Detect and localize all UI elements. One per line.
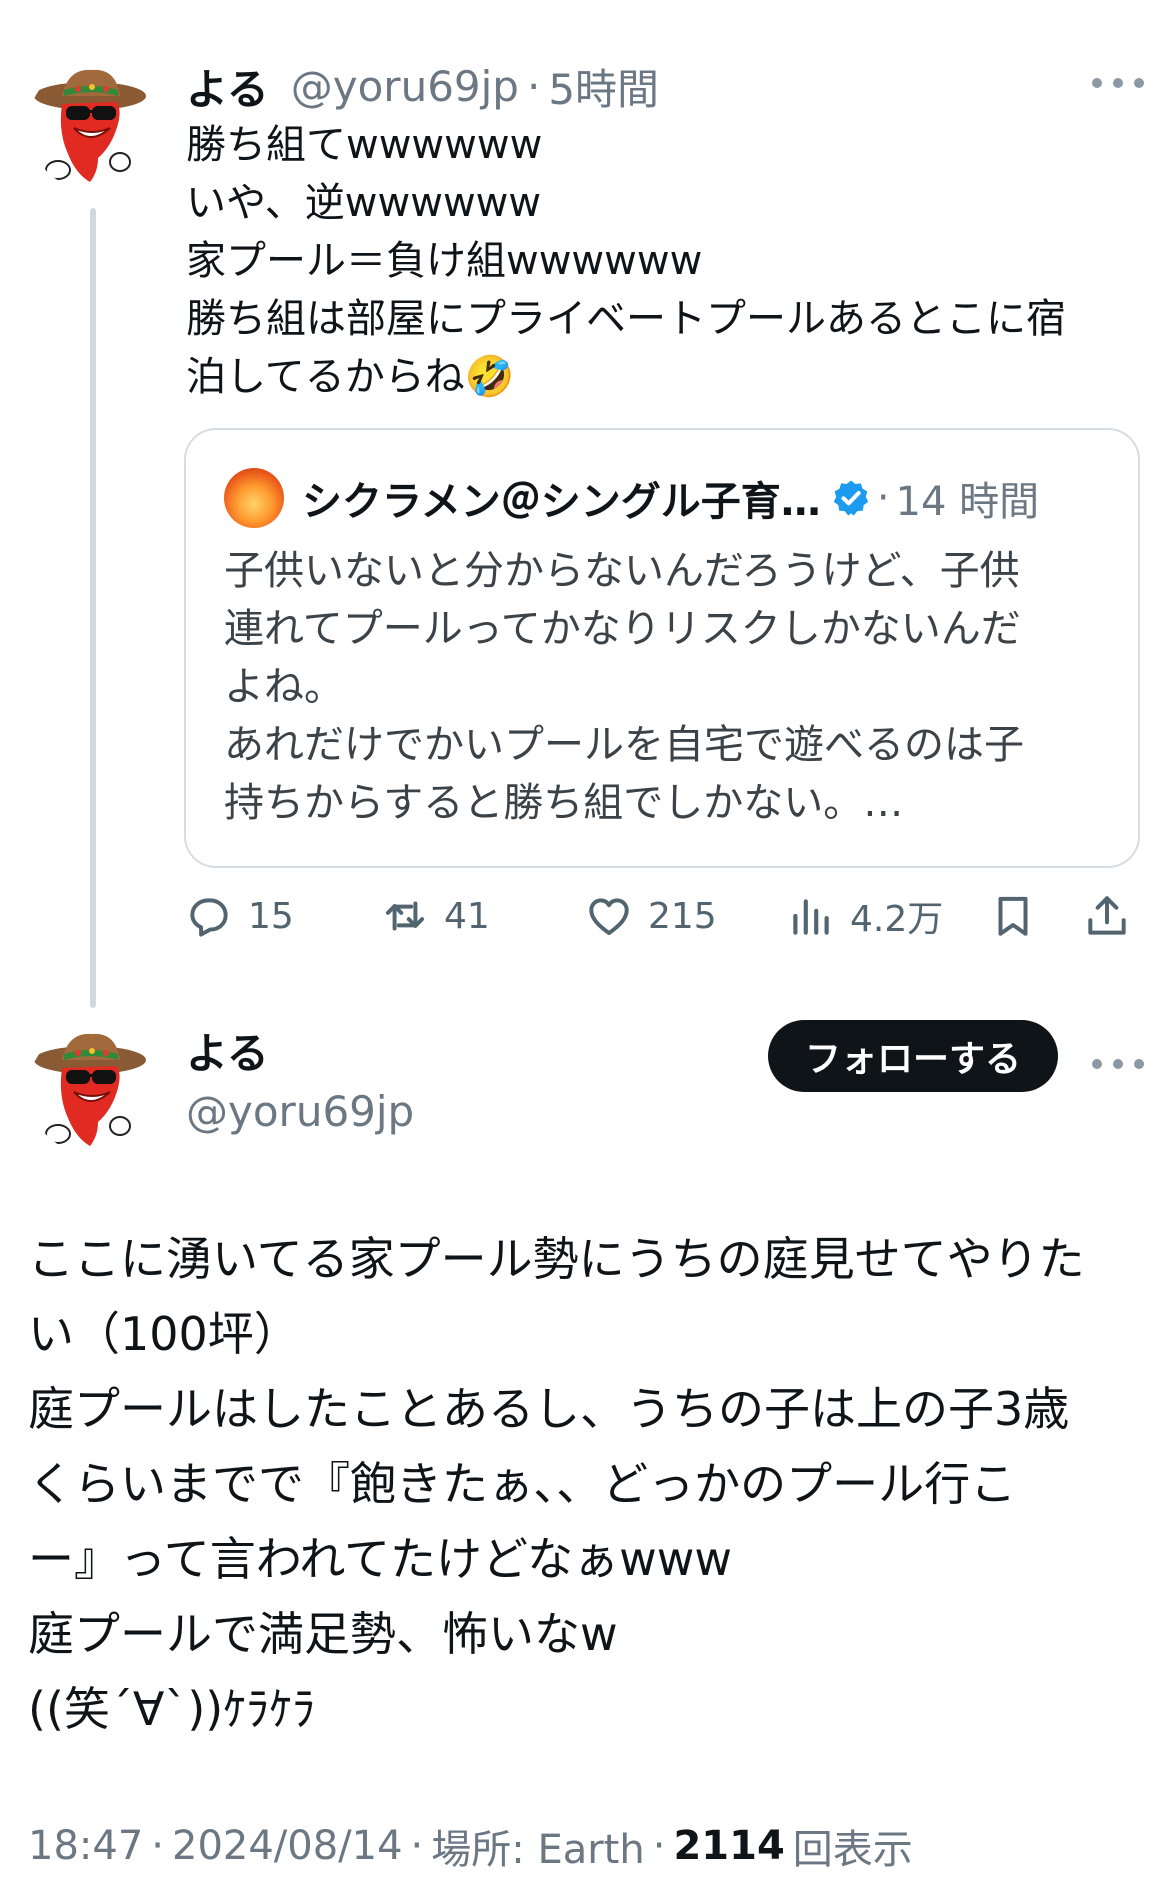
quoted-user-avatar	[224, 468, 284, 528]
tweet-text-line: 勝ち組てwwwwww	[186, 122, 543, 168]
quoted-text-line: 連れてプールってかなりリスクしかないんだ	[224, 606, 1021, 652]
tweet-text-line: 庭プールはしたことあるし、うちの子は上の子3歳	[28, 1382, 1070, 1436]
tweet-text-line: 泊してるからね🤣	[186, 354, 515, 400]
tweet-text-line: 勝ち組は部屋にプライベートプールあるとこに宿	[186, 296, 1066, 342]
main-tweet-text: ここに湧いてる家プール勢にうちの庭見せてやりた い（100坪） 庭プールはしたこ…	[28, 1222, 1148, 1747]
share-icon	[1088, 896, 1126, 935]
user-handle[interactable]: @yoru69jp	[186, 1084, 414, 1140]
verified-badge-icon	[833, 480, 868, 516]
quoted-tweet-text: 子供いないと分からないんだろうけど、子供 連れてプールってかなりリスクしかないん…	[224, 542, 1104, 832]
bookmark-button[interactable]	[988, 888, 1038, 944]
tweet-text-line: ー』って言われてたけどなぁwww	[28, 1532, 732, 1586]
follow-button[interactable]: フォローする	[768, 1020, 1058, 1092]
share-button[interactable]	[1082, 888, 1132, 944]
separator-dot: ·	[410, 1823, 424, 1869]
avatar[interactable]	[28, 1026, 156, 1154]
chili-mascot-avatar-image	[28, 1026, 156, 1154]
more-dots-icon[interactable]	[1092, 75, 1144, 91]
tweet-text-line: ((笑´∀`))ｹﾗｹﾗ	[28, 1682, 316, 1736]
display-name[interactable]: よる	[186, 56, 269, 117]
reply-tweet-header: よる @yoru69jp · 5時間	[186, 58, 659, 114]
views-button[interactable]: 4.2万	[786, 888, 943, 944]
separator-dot: ·	[151, 1823, 164, 1869]
reply-count: 15	[248, 895, 294, 937]
tweet-text-line: 家プール＝負け組wwwwww	[186, 238, 703, 284]
tweet-timestamp[interactable]: 5時間	[548, 56, 659, 117]
view-count: 4.2万	[850, 899, 944, 940]
tweet-text-line: いや、逆wwwwww	[186, 180, 542, 226]
chili-mascot-avatar-image	[28, 62, 156, 190]
tweet-date[interactable]: 2024/08/14	[172, 1823, 403, 1869]
quoted-tweet-header: シクラメン＠シングル子育… · 14 時間	[224, 466, 1039, 530]
quoted-text-line: あれだけでかいプールを自宅で遊べるのは子	[224, 722, 1024, 768]
retweet-icon	[385, 901, 425, 931]
tweet-text-line: 庭プールで満足勢、怖いなw	[28, 1607, 618, 1661]
view-label: 回表示	[792, 1827, 913, 1873]
tweet-text-line: くらいまでで『飽きたぁ、、どっかのプール行こ	[28, 1457, 1017, 1511]
like-button[interactable]: 215	[584, 888, 717, 944]
tweet-location: 場所: Earth	[431, 1827, 645, 1873]
separator-dot: ·	[652, 1823, 666, 1869]
more-dots-icon[interactable]	[1092, 1056, 1144, 1072]
heart-icon	[589, 898, 629, 936]
quoted-text-line: 子供いないと分からないんだろうけど、子供	[224, 548, 1020, 594]
reply-button[interactable]: 15	[184, 888, 294, 944]
avatar[interactable]	[28, 62, 156, 190]
retweet-button[interactable]: 41	[380, 888, 490, 944]
tweet-action-bar: 15 41 215 4.2万	[184, 888, 1140, 944]
quoted-tweet-timestamp: 14 時間	[895, 479, 1040, 525]
views-chart-icon	[793, 899, 829, 935]
tweet-time[interactable]: 18:47	[28, 1823, 143, 1869]
tweet-text-line: ここに湧いてる家プール勢にうちの庭見せてやりた	[28, 1232, 1085, 1286]
view-count: 2114	[673, 1823, 785, 1869]
bookmark-icon	[998, 896, 1028, 936]
reply-tweet-text: 勝ち組てwwwwww いや、逆wwwwww 家プール＝負け組wwwwww 勝ち組…	[186, 116, 1126, 406]
tweet-text-line: い（100坪）	[28, 1307, 300, 1361]
quoted-text-line: 持ちからすると勝ち組でしかない。…	[224, 780, 904, 826]
quoted-text-line: よね。	[224, 664, 344, 710]
separator-dot: ·	[876, 475, 890, 521]
tweet-metadata: 18:47 · 2024/08/14 · 場所: Earth · 2114 回表…	[28, 1818, 913, 1874]
quoted-tweet-card[interactable]: シクラメン＠シングル子育… · 14 時間 子供いないと分からないんだろうけど、…	[184, 428, 1140, 868]
thread-connector-line	[90, 208, 96, 1008]
retweet-count: 41	[444, 895, 490, 937]
quoted-display-name: シクラメン＠シングル子育…	[302, 479, 821, 525]
display-name[interactable]: よる	[186, 1026, 269, 1082]
reply-icon	[190, 898, 228, 937]
separator-dot: ·	[526, 61, 541, 111]
user-handle[interactable]: @yoru69jp	[291, 62, 519, 111]
like-count: 215	[648, 895, 717, 937]
